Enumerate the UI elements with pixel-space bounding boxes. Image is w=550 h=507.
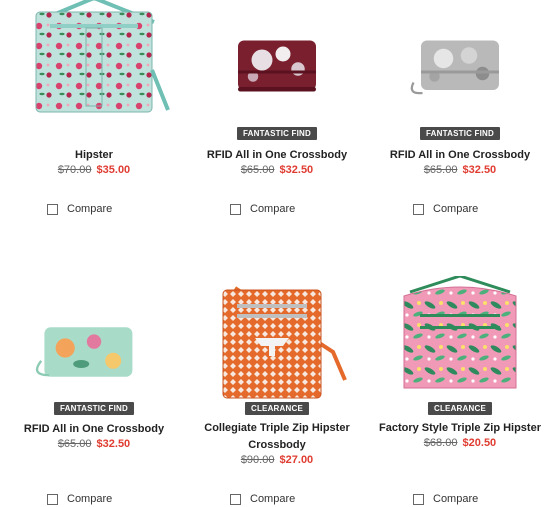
compare-toggle[interactable]: Compare — [413, 202, 478, 216]
original-price: $90.00 — [240, 454, 275, 466]
compare-toggle[interactable]: Compare — [47, 492, 112, 506]
product-image-rfid-crossbody[interactable] — [380, 30, 540, 120]
product-image-factory-hipster[interactable] — [380, 276, 540, 396]
compare-checkbox[interactable] — [47, 203, 58, 215]
original-price: $70.00 — [57, 164, 92, 176]
original-price: $68.00 — [423, 437, 458, 449]
compare-toggle[interactable]: Compare — [230, 202, 295, 216]
product-prices: $68.00 $20.50 — [368, 437, 550, 449]
product-prices: $65.00 $32.50 — [2, 438, 186, 450]
product-image-collegiate-hipster[interactable] — [197, 282, 357, 402]
product-prices: $65.00 $32.50 — [368, 164, 550, 176]
product-name[interactable]: Hipster — [2, 148, 186, 163]
product-prices: $90.00 $27.00 — [185, 454, 369, 466]
compare-checkbox[interactable] — [47, 493, 58, 505]
compare-toggle[interactable]: Compare — [413, 492, 478, 506]
sale-price: $32.50 — [279, 164, 314, 176]
original-price: $65.00 — [240, 164, 275, 176]
product-image-rfid-crossbody[interactable] — [14, 316, 174, 396]
product-name[interactable]: RFID All in One Crossbody — [185, 148, 369, 163]
compare-label: Compare — [250, 493, 296, 505]
product-prices: $65.00 $32.50 — [185, 164, 369, 176]
product-grid: Hipster $70.00 $35.00 Compare FANTASTIC … — [0, 0, 550, 507]
product-image-hipster[interactable] — [14, 0, 174, 120]
product-badge: CLEARANCE — [427, 402, 493, 415]
product-image-rfid-crossbody[interactable] — [197, 30, 357, 120]
compare-label: Compare — [433, 493, 479, 505]
compare-checkbox[interactable] — [413, 203, 424, 215]
product-name[interactable]: RFID All in One Crossbody — [2, 422, 186, 437]
original-price: $65.00 — [57, 438, 92, 450]
product-badge: FANTASTIC FIND — [420, 127, 500, 140]
sale-price: $32.50 — [462, 164, 497, 176]
original-price: $65.00 — [423, 164, 458, 176]
product-badge: FANTASTIC FIND — [237, 127, 317, 140]
compare-label: Compare — [250, 203, 296, 215]
sale-price: $27.00 — [279, 454, 314, 466]
compare-label: Compare — [433, 203, 479, 215]
product-badge: FANTASTIC FIND — [54, 402, 134, 415]
compare-checkbox[interactable] — [413, 493, 424, 505]
sale-price: $20.50 — [462, 437, 497, 449]
compare-checkbox[interactable] — [230, 203, 241, 215]
compare-toggle[interactable]: Compare — [47, 202, 112, 216]
compare-label: Compare — [67, 493, 113, 505]
product-prices: $70.00 $35.00 — [2, 164, 186, 176]
product-name[interactable]: RFID All in One Crossbody — [368, 148, 550, 163]
product-name[interactable]: Factory Style Triple Zip Hipster — [368, 421, 550, 436]
product-name[interactable]: Collegiate Triple Zip Hipster — [185, 421, 369, 436]
sale-price: $35.00 — [96, 164, 131, 176]
product-badge: CLEARANCE — [244, 402, 310, 415]
sale-price: $32.50 — [96, 438, 131, 450]
compare-checkbox[interactable] — [230, 493, 241, 505]
compare-toggle[interactable]: Compare — [230, 492, 295, 506]
compare-label: Compare — [67, 203, 113, 215]
product-name-line2[interactable]: Crossbody — [185, 438, 369, 453]
